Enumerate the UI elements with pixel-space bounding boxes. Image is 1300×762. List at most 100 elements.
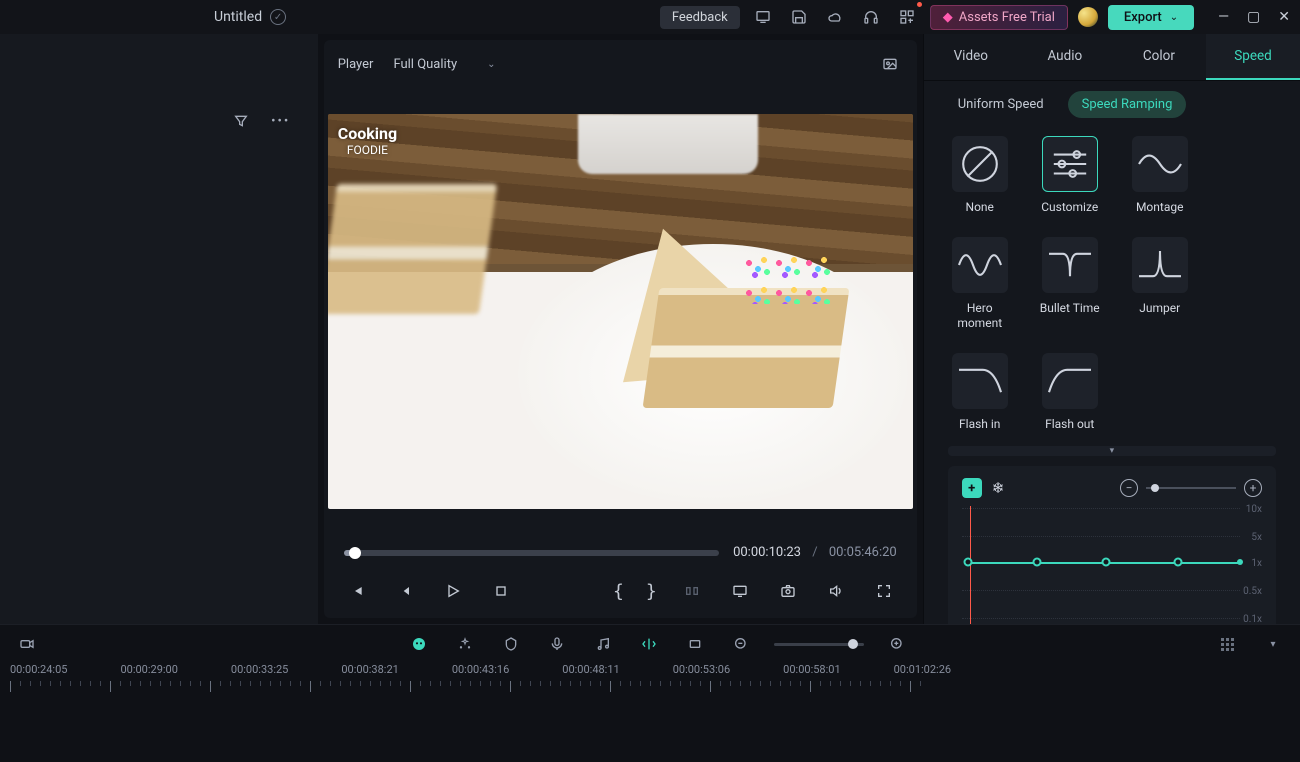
project-title-area: Untitled ✓ bbox=[214, 9, 286, 25]
chevron-down-icon: ⌄ bbox=[1170, 12, 1178, 23]
prev-frame-button[interactable] bbox=[344, 578, 370, 604]
close-button[interactable]: ✕ bbox=[1278, 9, 1290, 25]
zoom-slider[interactable] bbox=[1146, 487, 1236, 489]
player-label: Player bbox=[338, 57, 374, 72]
export-button[interactable]: Export ⌄ bbox=[1108, 5, 1194, 30]
player-container: Player Full Quality ⌄ CookingFOODIE bbox=[324, 40, 917, 618]
media-panel: ••• bbox=[0, 34, 318, 624]
preset-flash-out[interactable]: Flash out bbox=[1038, 353, 1102, 432]
step-back-button[interactable] bbox=[392, 578, 418, 604]
preset-jumper[interactable]: Jumper bbox=[1128, 237, 1192, 331]
ramp-node[interactable] bbox=[1101, 558, 1110, 567]
crop-icon[interactable] bbox=[682, 631, 708, 657]
layout-caret-icon[interactable]: ▾ bbox=[1260, 631, 1286, 657]
cloud-icon[interactable] bbox=[822, 4, 848, 30]
camera-icon[interactable] bbox=[775, 578, 801, 604]
profile-avatar[interactable] bbox=[1078, 7, 1098, 27]
inspector-tabs: Video Audio Color Speed bbox=[924, 34, 1300, 81]
ramp-graph[interactable]: 10x 5x 1x 0.5x 0.1x bbox=[962, 506, 1262, 624]
scrub-bar[interactable]: 00:00:10:23 / 00:05:46:20 bbox=[344, 545, 897, 560]
monitor-icon[interactable] bbox=[750, 4, 776, 30]
mark-out-icon[interactable]: } bbox=[646, 581, 657, 602]
quality-dropdown[interactable]: Full Quality ⌄ bbox=[393, 57, 495, 72]
project-title: Untitled bbox=[214, 9, 262, 25]
video-watermark: CookingFOODIE bbox=[338, 124, 397, 158]
timeline-timestamp: 00:00:43:16 bbox=[452, 663, 509, 676]
ramp-node[interactable] bbox=[1173, 558, 1182, 567]
preset-montage[interactable]: Montage bbox=[1128, 136, 1192, 215]
play-button[interactable] bbox=[440, 578, 466, 604]
tab-audio[interactable]: Audio bbox=[1018, 34, 1112, 80]
timeline-zoom-slider[interactable] bbox=[774, 643, 864, 646]
total-time: 00:05:46:20 bbox=[829, 545, 897, 560]
sync-status-icon[interactable]: ✓ bbox=[270, 9, 286, 25]
export-label: Export bbox=[1124, 10, 1162, 25]
expand-presets-toggle[interactable]: ▾ bbox=[948, 446, 1276, 456]
timeline-timestamp: 00:00:48:11 bbox=[562, 663, 619, 676]
zoom-in-button[interactable]: + bbox=[1244, 479, 1262, 497]
apps-icon[interactable] bbox=[894, 4, 920, 30]
timeline-timestamp: 00:00:58:01 bbox=[783, 663, 840, 676]
preset-customize[interactable]: Customize bbox=[1038, 136, 1102, 215]
snapshot-icon[interactable] bbox=[877, 51, 903, 77]
quality-value: Full Quality bbox=[393, 57, 457, 72]
speed-ramp-editor: + ❄ − + 10x 5x 1x 0.5x 0.1x bbox=[948, 466, 1276, 624]
timeline-panel: ▾ 00:00:24:0500:00:29:0000:00:33:2500:00… bbox=[0, 624, 1300, 762]
preset-hero-moment[interactable]: Hero moment bbox=[948, 237, 1012, 331]
minimize-button[interactable]: — bbox=[1218, 9, 1229, 25]
filter-icon[interactable] bbox=[228, 108, 254, 134]
timeline-camera-icon[interactable] bbox=[14, 631, 40, 657]
preset-bullet-time[interactable]: Bullet Time bbox=[1038, 237, 1102, 331]
layout-grid-icon[interactable] bbox=[1214, 631, 1240, 657]
save-icon[interactable] bbox=[786, 4, 812, 30]
assets-trial-button[interactable]: ◆ Assets Free Trial bbox=[930, 5, 1068, 30]
preset-flash-in[interactable]: Flash in bbox=[948, 353, 1012, 432]
freeze-frame-icon[interactable]: ❄ bbox=[992, 479, 1005, 497]
ramp-node[interactable] bbox=[1032, 558, 1041, 567]
assets-trial-label: Assets Free Trial bbox=[959, 10, 1055, 25]
preview-viewport[interactable]: CookingFOODIE bbox=[324, 88, 917, 535]
timeline-ruler[interactable]: 00:00:24:05 00:00:29:00 00:00:33:25 00:00:3… bbox=[0, 663, 1300, 695]
fullscreen-icon[interactable] bbox=[871, 578, 897, 604]
timeline-timestamp: 00:00:33:25 bbox=[231, 663, 288, 676]
display-output-icon[interactable] bbox=[727, 578, 753, 604]
current-time: 00:00:10:23 bbox=[733, 545, 801, 560]
clip-length-icon[interactable] bbox=[679, 578, 705, 604]
stop-button[interactable] bbox=[488, 578, 514, 604]
timecode-display: 00:00:10:23 / 00:05:46:20 bbox=[733, 545, 897, 560]
subtab-uniform-speed[interactable]: Uniform Speed bbox=[944, 91, 1058, 118]
tab-speed[interactable]: Speed bbox=[1206, 34, 1300, 80]
volume-icon[interactable] bbox=[823, 578, 849, 604]
chevron-down-icon: ⌄ bbox=[487, 59, 495, 70]
mic-icon[interactable] bbox=[544, 631, 570, 657]
gem-icon: ◆ bbox=[943, 10, 953, 25]
zoom-out-button[interactable]: − bbox=[1120, 479, 1138, 497]
inspector-panel: Video Audio Color Speed Uniform Speed Sp… bbox=[923, 34, 1300, 624]
timeline-timestamp: 00:00:24:05 bbox=[10, 663, 67, 676]
more-options-icon[interactable]: ••• bbox=[268, 108, 294, 134]
tl-zoom-out-icon[interactable] bbox=[728, 631, 754, 657]
top-bar: Untitled ✓ Feedback ◆ Assets Free Trial … bbox=[0, 0, 1300, 34]
sparkle-icon[interactable] bbox=[452, 631, 478, 657]
subtab-speed-ramping[interactable]: Speed Ramping bbox=[1068, 91, 1187, 118]
maximize-button[interactable]: ▢ bbox=[1247, 9, 1260, 25]
timeline-timestamp: 00:01:02:26 bbox=[894, 663, 951, 676]
preset-none[interactable]: None bbox=[948, 136, 1012, 215]
ramp-node[interactable] bbox=[1237, 559, 1243, 565]
tab-video[interactable]: Video bbox=[924, 34, 1018, 80]
add-keyframe-button[interactable]: + bbox=[962, 478, 982, 498]
music-icon[interactable] bbox=[590, 631, 616, 657]
headphones-icon[interactable] bbox=[858, 4, 884, 30]
ai-tool-icon[interactable] bbox=[406, 631, 432, 657]
timeline-timestamp: 00:00:38:21 bbox=[341, 663, 398, 676]
tl-zoom-in-icon[interactable] bbox=[884, 631, 910, 657]
split-icon[interactable] bbox=[636, 631, 662, 657]
preview-frame: CookingFOODIE bbox=[328, 114, 913, 509]
feedback-button[interactable]: Feedback bbox=[660, 6, 740, 29]
mark-in-icon[interactable]: { bbox=[613, 581, 624, 602]
tab-color[interactable]: Color bbox=[1112, 34, 1206, 80]
ramp-node[interactable] bbox=[963, 558, 972, 567]
timeline-timestamp: 00:00:53:06 bbox=[673, 663, 730, 676]
timeline-timestamp: 00:00:29:00 bbox=[120, 663, 177, 676]
marker-icon[interactable] bbox=[498, 631, 524, 657]
